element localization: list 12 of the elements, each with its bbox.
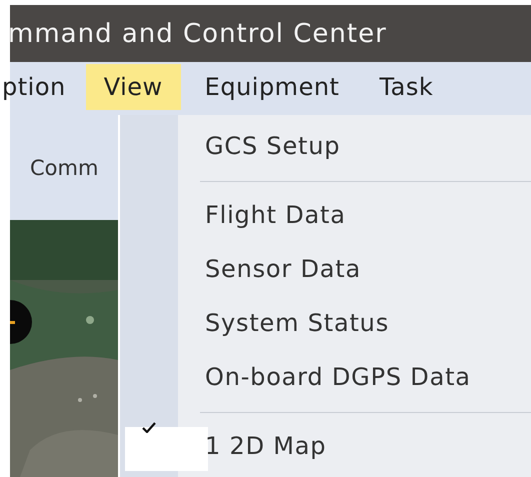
menu-option[interactable]: GCS Setup: [205, 132, 340, 160]
menu-item[interactable]: ption: [2, 64, 86, 110]
menu-item[interactable]: Task: [379, 64, 474, 110]
menu-option[interactable]: Sensor Data: [205, 255, 361, 283]
menu-item[interactable]: Equipment: [204, 64, 380, 110]
menu-option[interactable]: System Status: [205, 309, 390, 337]
menu-option[interactable]: 1 2D Map: [205, 432, 326, 460]
toolbar-label[interactable]: Comm: [10, 156, 98, 180]
menu-option[interactable]: Flight Data: [205, 201, 346, 229]
menu-item[interactable]: View: [86, 64, 181, 110]
window-title: mmand and Control Center: [8, 18, 387, 48]
menu-option[interactable]: On-board DGPS Data: [205, 363, 471, 391]
